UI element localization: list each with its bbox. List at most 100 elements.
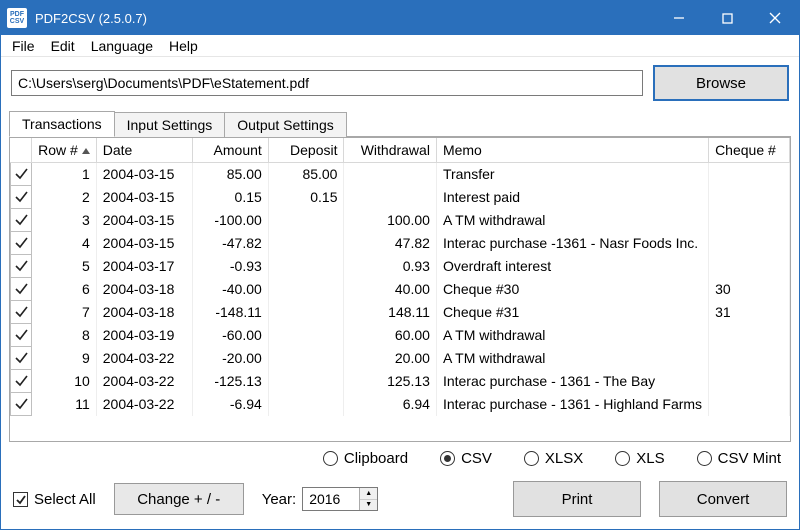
col-row-label: Row # (38, 142, 78, 158)
cell-date: 2004-03-22 (96, 347, 192, 370)
radio-clipboard[interactable]: Clipboard (323, 450, 408, 467)
year-up-button[interactable]: ▲ (360, 488, 377, 500)
table-row[interactable]: 52004-03-17-0.930.93Overdraft interest (11, 255, 790, 278)
menu-edit[interactable]: Edit (44, 37, 82, 55)
cell-amount: -6.94 (193, 393, 269, 416)
cell-date: 2004-03-15 (96, 232, 192, 255)
menu-file[interactable]: File (5, 37, 42, 55)
print-button[interactable]: Print (513, 481, 641, 517)
table-row[interactable]: 82004-03-19-60.0060.00A TM withdrawal (11, 324, 790, 347)
cell-amount: -20.00 (193, 347, 269, 370)
select-all-checkbox[interactable]: Select All (13, 491, 96, 508)
col-row[interactable]: Row # (32, 138, 97, 163)
titlebar: PDF CSV PDF2CSV (2.5.0.7) (1, 1, 799, 35)
cell-withdrawal: 40.00 (344, 278, 436, 301)
tab-output-settings[interactable]: Output Settings (224, 112, 347, 137)
cell-memo: Cheque #31 (436, 301, 708, 324)
format-radio-group: Clipboard CSV XLSX XLS CSV Mint (13, 450, 787, 467)
minimize-icon (673, 12, 685, 24)
cell-cheque (709, 186, 790, 209)
table-row[interactable]: 12004-03-1585.0085.00Transfer (11, 163, 790, 186)
row-checkbox[interactable] (11, 186, 32, 209)
check-icon (14, 235, 28, 249)
checkbox-icon (13, 492, 28, 507)
row-checkbox[interactable] (11, 347, 32, 370)
year-input[interactable] (303, 488, 359, 510)
table-row[interactable]: 72004-03-18-148.11148.11Cheque #3131 (11, 301, 790, 324)
browse-button[interactable]: Browse (653, 65, 789, 101)
row-checkbox[interactable] (11, 393, 32, 416)
cell-amount: 0.15 (193, 186, 269, 209)
table-row[interactable]: 112004-03-22-6.946.94Interac purchase - … (11, 393, 790, 416)
tab-input-settings[interactable]: Input Settings (114, 112, 226, 137)
table-row[interactable]: 22004-03-150.150.15Interest paid (11, 186, 790, 209)
cell-date: 2004-03-15 (96, 209, 192, 232)
check-icon (14, 304, 28, 318)
radio-xls[interactable]: XLS (615, 450, 664, 467)
cell-withdrawal: 47.82 (344, 232, 436, 255)
cell-withdrawal: 0.93 (344, 255, 436, 278)
table-row[interactable]: 92004-03-22-20.0020.00A TM withdrawal (11, 347, 790, 370)
radio-icon (524, 451, 539, 466)
row-checkbox[interactable] (11, 232, 32, 255)
menu-language[interactable]: Language (84, 37, 160, 55)
change-sign-button[interactable]: Change + / - (114, 483, 244, 515)
cell-row: 3 (32, 209, 97, 232)
row-checkbox[interactable] (11, 370, 32, 393)
check-icon (14, 327, 28, 341)
cell-date: 2004-03-15 (96, 186, 192, 209)
col-amount[interactable]: Amount (193, 138, 269, 163)
year-down-button[interactable]: ▼ (360, 500, 377, 511)
cell-row: 1 (32, 163, 97, 186)
col-date[interactable]: Date (96, 138, 192, 163)
cell-row: 6 (32, 278, 97, 301)
cell-cheque (709, 393, 790, 416)
select-all-label: Select All (34, 491, 96, 508)
col-withdrawal[interactable]: Withdrawal (344, 138, 436, 163)
cell-deposit (268, 232, 344, 255)
cell-deposit: 85.00 (268, 163, 344, 186)
col-cheque[interactable]: Cheque # (709, 138, 790, 163)
app-icon: PDF CSV (7, 8, 27, 28)
col-check[interactable] (11, 138, 32, 163)
cell-row: 9 (32, 347, 97, 370)
row-checkbox[interactable] (11, 163, 32, 186)
radio-csv[interactable]: CSV (440, 450, 492, 467)
check-icon (14, 396, 28, 410)
cell-deposit (268, 255, 344, 278)
menu-help[interactable]: Help (162, 37, 205, 55)
filepath-input[interactable] (11, 70, 643, 96)
col-memo[interactable]: Memo (436, 138, 708, 163)
cell-cheque (709, 255, 790, 278)
cell-amount: 85.00 (193, 163, 269, 186)
check-icon (14, 166, 28, 180)
convert-button[interactable]: Convert (659, 481, 787, 517)
year-spinner[interactable]: ▲ ▼ (302, 487, 378, 511)
cell-memo: Interac purchase - 1361 - The Bay (436, 370, 708, 393)
row-checkbox[interactable] (11, 301, 32, 324)
radio-xlsx[interactable]: XLSX (524, 450, 583, 467)
row-checkbox[interactable] (11, 255, 32, 278)
cell-row: 7 (32, 301, 97, 324)
table-row[interactable]: 62004-03-18-40.0040.00Cheque #3030 (11, 278, 790, 301)
minimize-button[interactable] (655, 1, 703, 35)
tab-transactions[interactable]: Transactions (9, 111, 115, 137)
cell-withdrawal: 6.94 (344, 393, 436, 416)
close-button[interactable] (751, 1, 799, 35)
radio-csv-mint[interactable]: CSV Mint (697, 450, 781, 467)
row-checkbox[interactable] (11, 324, 32, 347)
cell-date: 2004-03-18 (96, 301, 192, 324)
table-row[interactable]: 42004-03-15-47.8247.82Interac purchase -… (11, 232, 790, 255)
row-checkbox[interactable] (11, 278, 32, 301)
table-row[interactable]: 102004-03-22-125.13125.13Interac purchas… (11, 370, 790, 393)
app-icon-bot: CSV (10, 18, 24, 25)
cell-memo: A TM withdrawal (436, 209, 708, 232)
row-checkbox[interactable] (11, 209, 32, 232)
radio-icon (323, 451, 338, 466)
maximize-button[interactable] (703, 1, 751, 35)
app-icon-top: PDF (10, 11, 24, 18)
col-deposit[interactable]: Deposit (268, 138, 344, 163)
table-row[interactable]: 32004-03-15-100.00100.00A TM withdrawal (11, 209, 790, 232)
cell-amount: -40.00 (193, 278, 269, 301)
cell-memo: Interest paid (436, 186, 708, 209)
